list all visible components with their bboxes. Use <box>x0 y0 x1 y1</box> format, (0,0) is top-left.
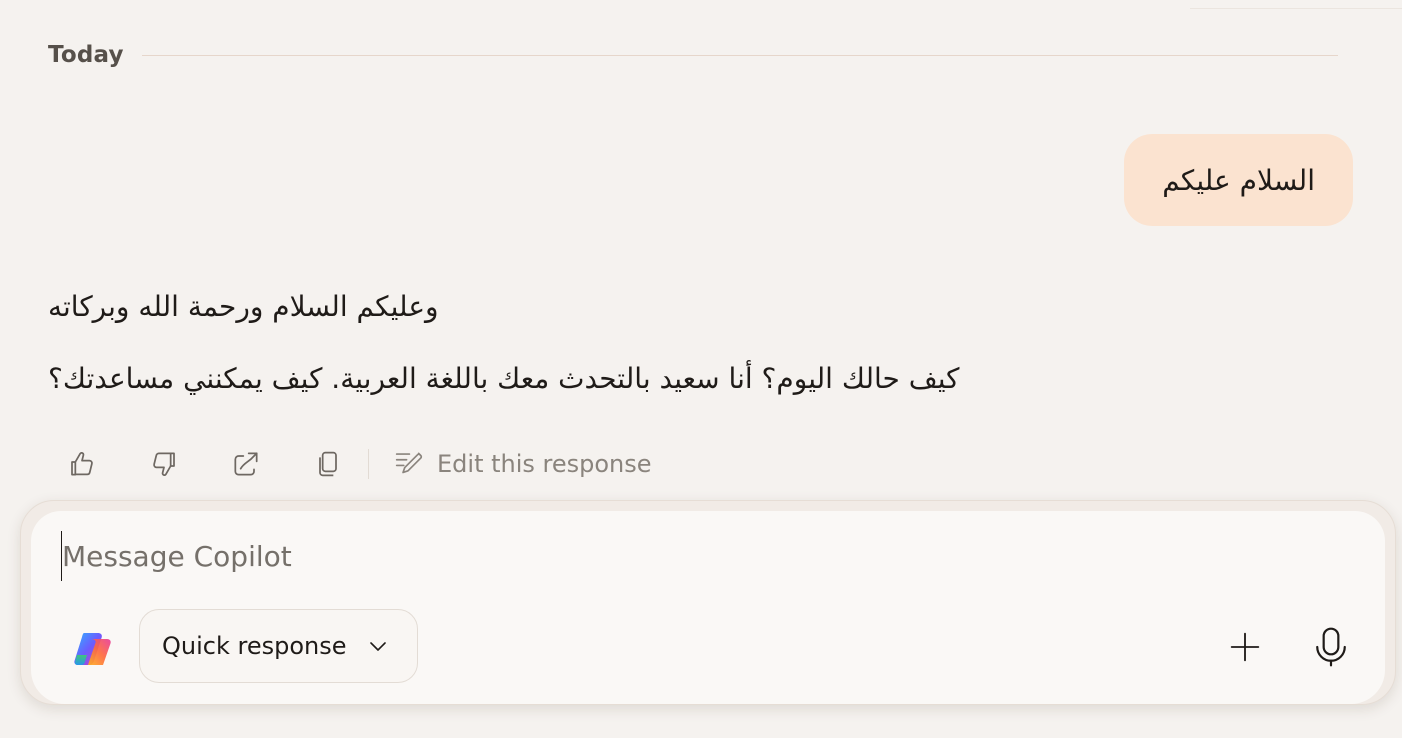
share-button[interactable] <box>218 440 274 488</box>
copy-icon <box>319 451 337 477</box>
message-composer: Quick response <box>20 500 1396 705</box>
add-attachment-button[interactable] <box>1221 623 1269 671</box>
microphone-icon <box>1316 627 1346 667</box>
voice-input-button[interactable] <box>1307 623 1355 671</box>
user-message-text: السلام عليكم <box>1162 163 1315 197</box>
actions-divider <box>368 449 369 479</box>
composer-surface: Quick response <box>31 511 1385 704</box>
response-mode-label: Quick response <box>162 632 347 660</box>
assistant-reply-line-2: كيف حالك اليوم؟ أنا سعيد بالتحدث معك بال… <box>48 362 960 395</box>
dislike-button[interactable] <box>136 440 192 488</box>
share-icon <box>234 452 258 476</box>
like-button[interactable] <box>54 440 110 488</box>
top-edge <box>1190 0 1402 9</box>
edit-response-label: Edit this response <box>437 450 652 478</box>
thumbs-down-icon <box>153 452 175 477</box>
chevron-down-icon <box>367 635 389 657</box>
edit-response-button[interactable]: Edit this response <box>391 440 652 488</box>
assistant-reply-line-1: وعليكم السلام ورحمة الله وبركاته <box>48 290 439 323</box>
response-mode-dropdown[interactable]: Quick response <box>139 609 418 683</box>
copilot-logo-icon <box>74 633 111 665</box>
date-separator: Today <box>48 38 1338 72</box>
plus-icon <box>1230 632 1260 662</box>
date-label: Today <box>48 42 124 68</box>
response-actions: Edit this response <box>54 440 652 488</box>
edit-icon <box>395 452 423 474</box>
copy-button[interactable] <box>300 440 356 488</box>
date-rule <box>141 54 1338 56</box>
thumbs-up-icon <box>71 451 93 476</box>
user-message-bubble: السلام عليكم <box>1124 134 1353 226</box>
message-input[interactable] <box>61 531 1062 581</box>
